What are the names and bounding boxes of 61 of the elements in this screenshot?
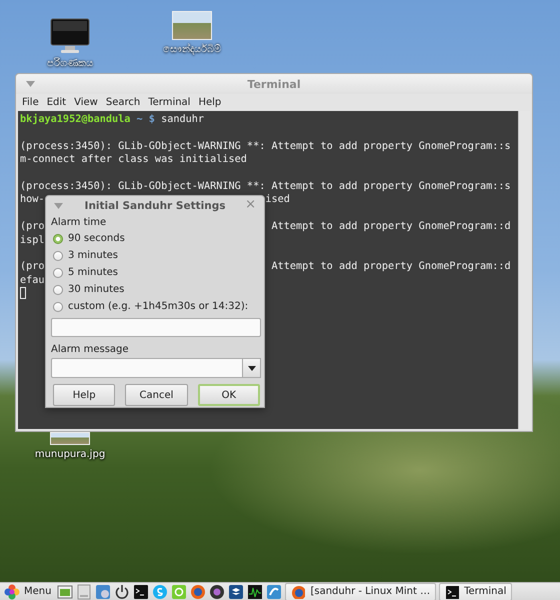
box-icon[interactable] <box>228 584 244 600</box>
terminal-output: how- <box>20 194 45 206</box>
caret-icon <box>248 366 256 370</box>
flower-icon <box>4 584 20 600</box>
taskbar-window-button[interactable]: Terminal <box>439 582 512 600</box>
text-cursor <box>20 287 26 300</box>
power-icon[interactable] <box>114 584 130 600</box>
terminal-output: ised <box>265 194 290 206</box>
custom-time-field[interactable] <box>51 318 261 337</box>
prompt-line: bkjaya1952@bandula ~ $ sanduhr <box>20 113 206 126</box>
graph-icon[interactable] <box>247 584 264 600</box>
dialog-button[interactable]: Cancel <box>125 384 188 406</box>
terminal-output: ispl <box>20 234 45 246</box>
menu-item[interactable]: Search <box>106 97 140 108</box>
menu-item[interactable]: Help <box>198 97 222 108</box>
menu-button[interactable]: Menu <box>4 584 52 600</box>
terminal-output: efau <box>20 274 45 286</box>
camera-icon[interactable] <box>209 584 226 600</box>
radio-label[interactable]: custom (e.g. +1h45m30s or 14:32): <box>68 301 248 312</box>
radio-button[interactable] <box>53 268 63 278</box>
taskbar-window-button[interactable]: [sanduhr - Linux Mint … <box>285 582 436 600</box>
terminal-output: (pro <box>20 261 45 272</box>
desktop-icon[interactable] <box>57 584 74 600</box>
menu-item[interactable]: Edit <box>46 97 66 108</box>
terminal-icon[interactable] <box>133 584 150 600</box>
message-field[interactable] <box>51 358 243 378</box>
menu-item[interactable]: Terminal <box>148 97 190 108</box>
terminal-output: (process:3450): GLib-GObject-WARNING **: Attempt to add property GnomeProgram::s <box>20 180 511 192</box>
terminal-output: (process:3450): GLib-GObject-WARNING **: Attempt to add property GnomeProgram::s <box>20 140 511 152</box>
radio-label[interactable]: 90 seconds <box>68 233 125 244</box>
radio-button[interactable] <box>53 250 63 260</box>
browser-icon[interactable] <box>190 584 206 600</box>
radio-label[interactable]: 3 minutes <box>68 250 118 261</box>
section-label: Alarm message <box>51 343 130 357</box>
section-label: Alarm time <box>51 216 108 230</box>
dialog-button[interactable]: OK <box>198 384 260 406</box>
terminal-output: Attempt to add property GnomeProgram::d <box>271 261 511 272</box>
photo-placeholder[interactable] <box>50 432 90 445</box>
radio-button[interactable] <box>53 284 63 294</box>
drive-icon[interactable] <box>76 584 92 600</box>
terminal-output: (pro <box>20 221 45 232</box>
desktop-icon-label[interactable]: munupura.jpg <box>34 449 106 460</box>
dialog-button[interactable]: Help <box>53 384 116 406</box>
window-title: Terminal <box>247 78 301 90</box>
menu-item[interactable]: File <box>22 97 39 108</box>
terminal-icon <box>445 584 460 598</box>
radio-label[interactable]: 30 minutes <box>68 284 124 295</box>
browser-icon <box>291 584 306 598</box>
terminal-output: m-connect after class was initialised <box>20 154 247 166</box>
menu-item[interactable]: View <box>74 97 98 108</box>
radio-label[interactable]: 5 minutes <box>68 267 118 278</box>
radio-button[interactable] <box>53 302 63 312</box>
scrollbar[interactable] <box>518 111 530 429</box>
monitor-icon <box>50 18 90 54</box>
dialog-title: Initial Sanduhr Settings <box>84 200 226 212</box>
terminal-output: Attempt to add property GnomeProgram::d <box>271 221 511 232</box>
photo-placeholder[interactable] <box>172 11 212 40</box>
window-menu-icon <box>26 81 35 87</box>
dropdown-button[interactable] <box>243 358 261 378</box>
radio-button[interactable] <box>53 234 63 244</box>
window-menu-icon <box>54 203 63 209</box>
